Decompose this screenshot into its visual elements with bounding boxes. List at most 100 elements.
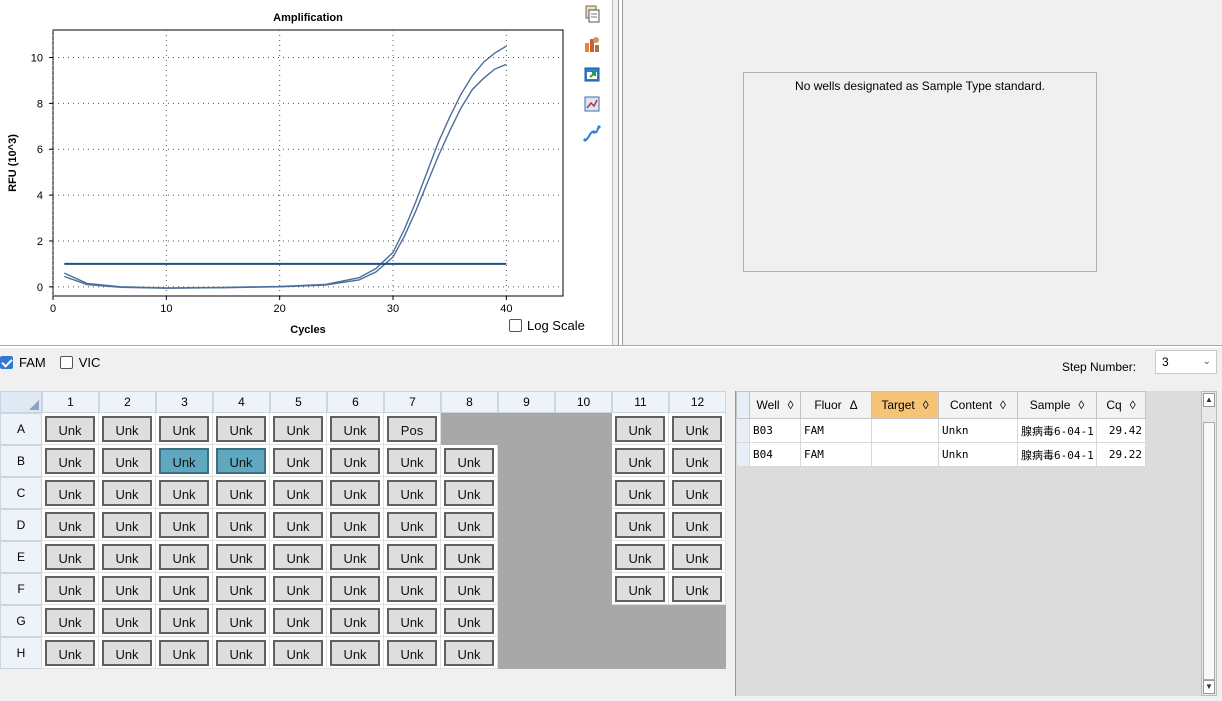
plate-cell[interactable]: Unk (327, 605, 384, 637)
plate-cell[interactable] (612, 605, 669, 637)
plate-cell[interactable]: Unk (213, 637, 270, 669)
plate-cell[interactable] (555, 477, 612, 509)
plate-cell[interactable]: Unk (99, 445, 156, 477)
well-d7[interactable]: Unk (387, 511, 437, 538)
plate-cell[interactable]: Unk (99, 509, 156, 541)
well-c8[interactable]: Unk (444, 479, 494, 506)
plate-cell[interactable]: Unk (99, 605, 156, 637)
well-g2[interactable]: Unk (102, 607, 152, 634)
well-e7[interactable]: Unk (387, 543, 437, 570)
plate-cell[interactable]: Unk (384, 541, 441, 573)
plate-cell[interactable]: Unk (213, 509, 270, 541)
well-a2[interactable]: Unk (102, 415, 152, 442)
plate-cell[interactable]: Unk (384, 509, 441, 541)
fluor-option-fam[interactable]: FAM (0, 355, 46, 370)
well-b8[interactable]: Unk (444, 447, 494, 474)
plate-cell[interactable]: Unk (441, 509, 498, 541)
well-b2[interactable]: Unk (102, 447, 152, 474)
plate-cell[interactable] (669, 605, 726, 637)
well-h4[interactable]: Unk (216, 639, 266, 666)
well-b3[interactable]: Unk (159, 447, 209, 474)
well-e8[interactable]: Unk (444, 543, 494, 570)
sort-icon[interactable]: ◊ (1000, 398, 1006, 412)
fam-checkbox[interactable] (0, 355, 13, 369)
well-d4[interactable]: Unk (216, 511, 266, 538)
well-a12[interactable]: Unk (672, 415, 722, 442)
plate-cell[interactable]: Unk (669, 573, 726, 605)
well-g8[interactable]: Unk (444, 607, 494, 634)
row-header[interactable] (736, 418, 750, 443)
well-e4[interactable]: Unk (216, 543, 266, 570)
plate-cell[interactable]: Unk (42, 637, 99, 669)
plate-cell[interactable]: Unk (612, 477, 669, 509)
well-d3[interactable]: Unk (159, 511, 209, 538)
plate-cell[interactable]: Unk (327, 573, 384, 605)
sort-icon[interactable]: ◊ (1078, 398, 1084, 412)
well-f2[interactable]: Unk (102, 575, 152, 602)
well-h3[interactable]: Unk (159, 639, 209, 666)
plate-cell[interactable]: Unk (327, 541, 384, 573)
plate-cell[interactable]: Unk (42, 445, 99, 477)
plate-cell[interactable]: Unk (213, 573, 270, 605)
chart-tools-icon[interactable] (582, 34, 602, 54)
results-column-target[interactable]: Target ◊ (871, 391, 939, 419)
plate-cell[interactable] (498, 445, 555, 477)
plate-cell[interactable]: Unk (327, 445, 384, 477)
well-h5[interactable]: Unk (273, 639, 323, 666)
plate-cell[interactable]: Unk (384, 477, 441, 509)
scroll-up-arrow[interactable]: ▲ (1203, 393, 1215, 407)
plate-row-header[interactable]: A (0, 413, 42, 445)
plate-cell[interactable]: Unk (156, 605, 213, 637)
plate-cell[interactable]: Unk (612, 573, 669, 605)
plate-cell[interactable]: Unk (99, 637, 156, 669)
well-f3[interactable]: Unk (159, 575, 209, 602)
plate-cell[interactable] (498, 605, 555, 637)
plate-column-header[interactable]: 3 (156, 391, 213, 413)
well-d5[interactable]: Unk (273, 511, 323, 538)
scroll-thumb[interactable] (1203, 422, 1215, 680)
plate-column-header[interactable]: 7 (384, 391, 441, 413)
plate-cell[interactable]: Unk (42, 477, 99, 509)
plate-cell[interactable]: Unk (99, 413, 156, 445)
plate-cell[interactable] (612, 637, 669, 669)
plate-cell[interactable] (555, 637, 612, 669)
well-e11[interactable]: Unk (615, 543, 665, 570)
plate-cell[interactable]: Unk (384, 445, 441, 477)
plate-cell[interactable]: Unk (99, 573, 156, 605)
plate-column-header[interactable]: 10 (555, 391, 612, 413)
plate-cell[interactable]: Unk (669, 509, 726, 541)
well-c7[interactable]: Unk (387, 479, 437, 506)
plate-cell[interactable]: Unk (441, 541, 498, 573)
results-vertical-scrollbar[interactable]: ▲ ▼ (1201, 391, 1217, 696)
export-icon[interactable] (582, 64, 602, 84)
plate-row-header[interactable]: E (0, 541, 42, 573)
plate-cell[interactable] (498, 541, 555, 573)
well-b11[interactable]: Unk (615, 447, 665, 474)
well-b5[interactable]: Unk (273, 447, 323, 474)
well-e2[interactable]: Unk (102, 543, 152, 570)
plate-cell[interactable]: Unk (270, 477, 327, 509)
plate-row-header[interactable]: G (0, 605, 42, 637)
well-d8[interactable]: Unk (444, 511, 494, 538)
plate-cell[interactable]: Unk (156, 477, 213, 509)
plate-cell[interactable]: Unk (384, 605, 441, 637)
results-column-content[interactable]: Content ◊ (938, 391, 1018, 419)
plate-cell[interactable] (669, 637, 726, 669)
plate-cell[interactable] (498, 477, 555, 509)
plate-column-header[interactable]: 6 (327, 391, 384, 413)
plate-cell[interactable]: Unk (327, 477, 384, 509)
plate-column-header[interactable]: 9 (498, 391, 555, 413)
plate-cell[interactable]: Unk (156, 637, 213, 669)
plate-cell[interactable]: Unk (156, 445, 213, 477)
well-f8[interactable]: Unk (444, 575, 494, 602)
well-b6[interactable]: Unk (330, 447, 380, 474)
plate-cell[interactable]: Unk (42, 509, 99, 541)
well-h2[interactable]: Unk (102, 639, 152, 666)
well-d11[interactable]: Unk (615, 511, 665, 538)
well-c1[interactable]: Unk (45, 479, 95, 506)
well-f7[interactable]: Unk (387, 575, 437, 602)
well-b1[interactable]: Unk (45, 447, 95, 474)
plate-cell[interactable]: Unk (441, 445, 498, 477)
well-e12[interactable]: Unk (672, 543, 722, 570)
sort-icon[interactable]: ◊ (923, 398, 929, 412)
